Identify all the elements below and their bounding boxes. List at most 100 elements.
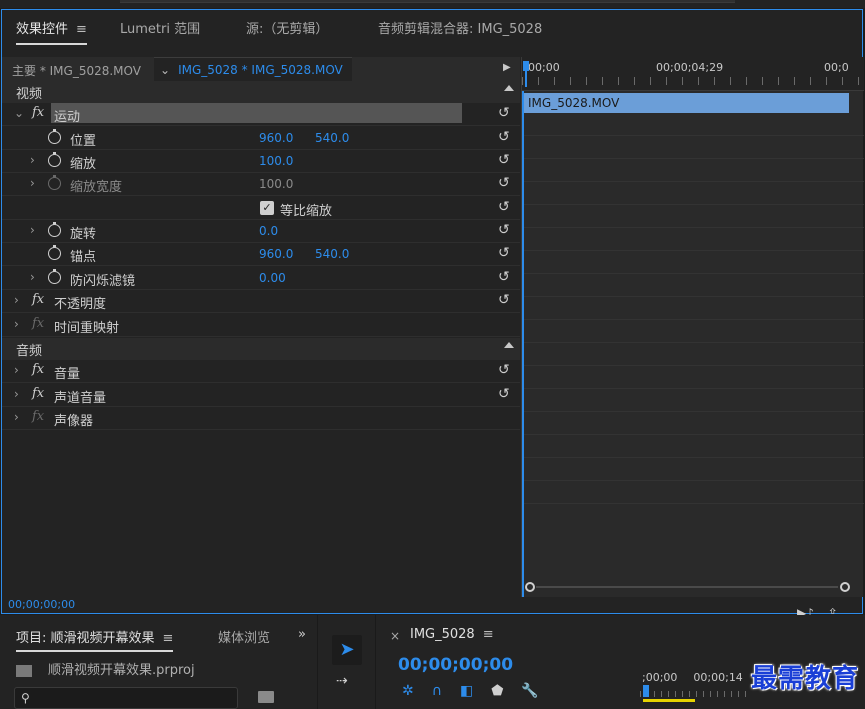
tab-audio-clip-mixer[interactable]: 音频剪辑混合器: IMG_5028 [378,18,542,37]
section-audio-label: 音频 [16,344,43,359]
section-video[interactable]: 视频 [2,81,520,103]
close-icon[interactable]: × [390,629,400,643]
effect-motion[interactable]: ⌄ fx 运动 ↺ [2,103,520,126]
clip-selector[interactable]: ⌄ IMG_5028 * IMG_5028.MOV [154,57,352,81]
current-timecode[interactable]: 00;00;00;00 [8,598,75,611]
timeline-zoom-scrollbar[interactable] [522,577,864,597]
reset-icon[interactable]: ↺ [498,269,510,285]
stopwatch-icon[interactable] [48,152,61,167]
tab-media-browser[interactable]: 媒体浏览 [218,627,270,646]
zoom-bar[interactable] [536,586,838,588]
prop-position[interactable]: 位置 960.0 540.0 ↺ [2,127,520,150]
expand-closed-icon[interactable]: › [30,223,35,237]
prop-rotation[interactable]: › 旋转 0.0 ↺ [2,220,520,243]
fx-icon[interactable]: fx [32,105,44,120]
expand-closed-icon[interactable]: › [30,270,35,284]
prop-antiflicker[interactable]: › 防闪烁滤镜 0.00 ↺ [2,267,520,290]
zoom-handle-right[interactable] [840,582,850,592]
expand-closed-icon[interactable]: › [14,317,19,331]
stopwatch-icon [48,175,61,190]
marker-icon[interactable]: ⬟ [491,683,503,699]
fx-icon[interactable]: fx [32,362,44,377]
effect-channel-volume[interactable]: › fx 声道音量 ↺ [2,384,520,407]
antiflicker-value[interactable]: 0.00 [259,271,286,285]
project-file-label: 顺滑视频开幕效果.prproj [48,663,195,678]
stopwatch-icon[interactable] [48,269,61,284]
position-x-value[interactable]: 960.0 [259,131,293,145]
zoom-handle-left[interactable] [525,582,535,592]
effect-controls-panel: 效果控件 ≡ Lumetri 范围 源:（无剪辑） 音频剪辑混合器: IMG_50… [1,9,864,620]
playhead[interactable] [523,61,529,87]
tab-project[interactable]: 项目: 顺滑视频开幕效果 ≡ [16,627,174,652]
tab-lumetri-scopes[interactable]: Lumetri 范围 [120,18,200,37]
track-select-tool-icon[interactable]: ⇢ [336,673,348,689]
reset-icon[interactable]: ↺ [498,386,510,402]
effect-time-remap[interactable]: › fx 时间重映射 [2,314,520,337]
anchor-x-value[interactable]: 960.0 [259,247,293,261]
collapse-up-icon[interactable] [504,85,514,91]
new-bin-icon[interactable] [258,691,274,703]
snap-icon[interactable]: ∩ [432,683,442,699]
tab-source[interactable]: 源:（无剪辑） [246,18,328,37]
expand-closed-icon[interactable]: › [14,363,19,377]
effect-volume[interactable]: › fx 音量 ↺ [2,360,520,383]
stopwatch-icon[interactable] [48,129,61,144]
work-area-bar[interactable] [643,699,695,702]
prop-scale[interactable]: › 缩放 100.0 ↺ [2,150,520,173]
expand-closed-icon[interactable]: › [14,387,19,401]
sequence-playhead[interactable] [643,685,649,697]
reset-icon[interactable]: ↺ [498,199,510,215]
more-tabs-icon[interactable]: » [298,627,306,642]
uniform-scale-checkbox[interactable]: ✓ [260,201,274,215]
timeline-ruler[interactable]: 00;00 00;00;04;29 00;0 [522,57,864,91]
expand-closed-icon[interactable]: › [14,293,19,307]
prop-scale-width[interactable]: › 缩放宽度 100.0 ↺ [2,173,520,196]
prop-scale-label: 缩放 [70,157,97,172]
sequence-timecode[interactable]: 00;00;00;00 [398,655,513,675]
panel-menu-icon[interactable]: ≡ [76,22,87,37]
scale-value[interactable]: 100.0 [259,154,293,168]
effect-opacity[interactable]: › fx 不透明度 ↺ [2,290,520,313]
timeline-clip[interactable]: IMG_5028.MOV [524,93,849,113]
reset-icon[interactable]: ↺ [498,245,510,261]
reset-icon[interactable]: ↺ [498,105,510,121]
reset-icon[interactable]: ↺ [498,222,510,238]
wrench-icon[interactable]: 🔧 [521,683,538,699]
position-y-value[interactable]: 540.0 [315,131,349,145]
stopwatch-icon[interactable] [48,222,61,237]
anchor-y-value[interactable]: 540.0 [315,247,349,261]
reset-icon[interactable]: ↺ [498,362,510,378]
fx-icon[interactable]: fx [32,292,44,307]
prop-anchor[interactable]: 锚点 960.0 540.0 ↺ [2,243,520,266]
reset-icon[interactable]: ↺ [498,292,510,308]
stopwatch-icon[interactable] [48,245,61,260]
expand-closed-icon[interactable]: › [30,153,35,167]
reset-icon[interactable]: ↺ [498,175,510,191]
linked-selection-icon[interactable]: ◧ [460,683,473,699]
expand-closed-icon[interactable]: › [14,410,19,424]
panel-menu-icon[interactable]: ≡ [483,627,494,642]
fx-icon[interactable]: fx [32,386,44,401]
lower-panels: 项目: 顺滑视频开幕效果 ≡ 媒体浏览 » 顺滑视频开幕效果.prproj ⚲ ➤… [0,615,865,709]
project-file[interactable]: 顺滑视频开幕效果.prproj [16,659,195,678]
tab-effect-controls[interactable]: 效果控件 ≡ [16,18,87,45]
reset-icon[interactable]: ↺ [498,152,510,168]
expand-open-icon[interactable]: ⌄ [14,106,24,120]
playhead-knob[interactable] [523,61,529,71]
master-clip-label[interactable]: 主要 * IMG_5028.MOV [12,62,141,79]
selection-tool-icon[interactable]: ➤ [332,635,362,665]
expand-closed-icon[interactable]: › [30,176,35,190]
rotation-value[interactable]: 0.0 [259,224,278,238]
effect-panner[interactable]: › fx 声像器 [2,407,520,430]
panel-menu-icon[interactable]: ≡ [163,631,174,646]
collapse-up-icon[interactable] [504,342,514,348]
sequence-name[interactable]: IMG_5028 ≡ [410,627,494,642]
ruler-ticks [522,77,864,85]
insert-icon[interactable]: ✲ [402,683,414,699]
reset-icon[interactable]: ↺ [498,129,510,145]
section-audio[interactable]: 音频 [2,338,520,360]
prop-uniform-scale[interactable]: ✓ 等比缩放 ↺ [2,197,520,220]
effect-timeline-pane: 00;00 00;00;04;29 00;0 IMG_5028.MOV [521,57,864,597]
project-search-input[interactable]: ⚲ [14,687,238,709]
play-arrow-icon[interactable]: ▶ [503,62,511,73]
